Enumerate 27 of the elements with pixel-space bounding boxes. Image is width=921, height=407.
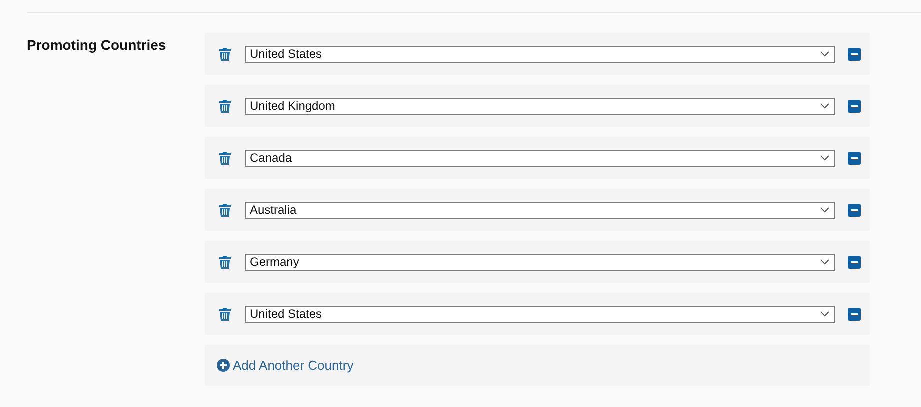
minus-icon[interactable]: [848, 204, 861, 216]
trash-icon[interactable]: [219, 204, 231, 216]
minus-icon[interactable]: [848, 256, 861, 268]
plus-circle-icon: [217, 359, 230, 372]
country-dropdown[interactable]: United States: [245, 306, 835, 322]
caret-icon: [820, 103, 830, 109]
caret-icon: [820, 207, 830, 213]
caret-icon: [820, 259, 830, 265]
minus-icon[interactable]: [848, 100, 861, 112]
minus-icon[interactable]: [848, 152, 861, 164]
country-dropdown[interactable]: Australia: [245, 202, 835, 218]
minus-icon[interactable]: [848, 308, 861, 320]
field-label: Promoting Countries: [26, 36, 168, 55]
country-dropdown[interactable]: Germany: [245, 254, 835, 270]
country-dropdown[interactable]: Canada: [245, 150, 835, 166]
country-dropdown[interactable]: United States: [245, 46, 835, 62]
trash-icon[interactable]: [219, 48, 231, 60]
caret-icon: [820, 311, 830, 317]
caret-icon: [820, 51, 830, 57]
trash-icon[interactable]: [219, 308, 231, 320]
add-country-link[interactable]: Add Another Country: [217, 358, 354, 373]
trash-icon[interactable]: [219, 152, 231, 164]
minus-icon[interactable]: [848, 48, 861, 60]
trash-icon[interactable]: [219, 256, 231, 268]
country-dropdown[interactable]: United Kingdom: [245, 98, 835, 114]
caret-icon: [820, 155, 830, 161]
trash-icon[interactable]: [219, 100, 231, 112]
